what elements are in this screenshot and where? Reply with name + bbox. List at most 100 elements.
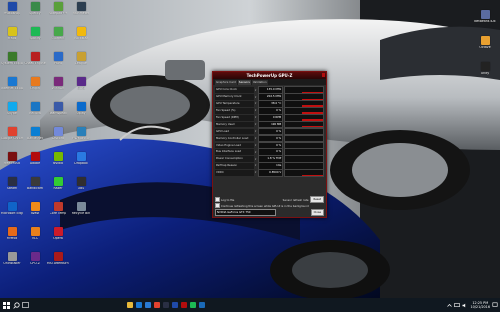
desktop-icon[interactable]: Opera	[47, 227, 69, 241]
desktop-icon[interactable]: Nvidia	[47, 152, 69, 166]
log-to-file-checkbox[interactable]	[215, 197, 220, 202]
desktop-icon[interactable]: WinRAR	[47, 77, 69, 91]
desktop-icon[interactable]: Recuva	[24, 102, 46, 116]
desktop-icon[interactable]: VLC	[24, 227, 46, 241]
gpuz-titlebar[interactable]: TechPowerUp GPU-Z	[213, 72, 326, 79]
gpu-select-dropdown[interactable]: NVIDIA GeForce GTX 750	[215, 209, 276, 216]
desktop-icon[interactable]: Microsoft Edge	[1, 202, 23, 216]
desktop-icon[interactable]: System Explorer	[1, 52, 23, 66]
spotify-icon	[189, 302, 196, 308]
desktop-icon[interactable]: Discord	[47, 127, 69, 141]
desktop-icon[interactable]: MSI Afterburner	[47, 252, 69, 266]
tab-sensors[interactable]: Sensors	[237, 80, 251, 85]
app-icon	[53, 252, 63, 261]
gpu-select-row: NVIDIA GeForce GTX 750 Close	[215, 209, 324, 216]
desktop-icon[interactable]: Recycle Bin	[70, 202, 92, 216]
reset-button[interactable]: Reset	[310, 196, 324, 203]
desktop-icon[interactable]: uTorrent	[47, 27, 69, 41]
desktop-icon[interactable]: NetBeans IDE	[474, 10, 496, 24]
desktop-icon[interactable]: Spotify	[24, 27, 46, 41]
taskbar-app-chrome[interactable]	[152, 298, 161, 312]
desktop-icon[interactable]: Avast	[24, 202, 46, 216]
desktop-icon[interactable]: Battle.net	[24, 127, 46, 141]
start-button[interactable]	[0, 298, 12, 312]
desktop-icon[interactable]: Notepad++	[47, 2, 69, 16]
app-icon	[76, 202, 86, 211]
desktop-icon[interactable]: Octave	[474, 36, 496, 50]
desktop-icon[interactable]: Steam	[1, 177, 23, 191]
app-icon	[30, 202, 40, 211]
desktop-icon[interactable]: Cheat Engine	[24, 52, 46, 66]
desktop-icon[interactable]: Core Temp	[47, 202, 69, 216]
app-icon	[53, 2, 63, 11]
desktop-icon-label: Adobe	[29, 162, 41, 165]
desktop-icon-label: Cheat Engine	[24, 62, 46, 65]
chrome-icon	[153, 302, 160, 308]
desktop-icon[interactable]: Skype	[1, 102, 23, 116]
sensor-name: Fan Speed (%)	[215, 108, 254, 114]
taskbar-app-gpuz[interactable]	[179, 298, 188, 312]
chevron-up-icon[interactable]	[447, 303, 453, 308]
close-button[interactable]: Close	[310, 209, 324, 216]
desktop-icon[interactable]: CPU-Z	[24, 252, 46, 266]
taskbar-app-steam[interactable]	[161, 298, 170, 312]
network-icon[interactable]	[454, 302, 461, 308]
task-view-button[interactable]	[21, 298, 30, 312]
desktop-icon-label: HWMonitor	[72, 137, 90, 140]
gpuz-window[interactable]: TechPowerUp GPU-Z Graphics Card Sensors …	[212, 71, 327, 218]
clock[interactable]: 12:25 PM 10/21/2016	[470, 301, 490, 309]
desktop-icon[interactable]: Bandicam	[24, 177, 46, 191]
desktop-icon[interactable]: Rockstar	[70, 27, 92, 41]
app-icon	[7, 177, 17, 186]
desktop-icon[interactable]: Paint	[47, 52, 69, 66]
taskbar-app-spotify[interactable]	[188, 298, 197, 312]
desktop-icon-label: uTorrent	[51, 37, 65, 40]
windows-logo-icon	[2, 301, 10, 309]
desktop-icon[interactable]: Adobe	[24, 152, 46, 166]
desktop-icon[interactable]: Free Music	[1, 152, 23, 166]
taskbar-app-edge[interactable]	[134, 298, 143, 312]
notifications-icon[interactable]	[492, 302, 498, 308]
taskbar-app-file-explorer[interactable]	[125, 298, 134, 312]
desktop-icon-label: OBS	[77, 187, 85, 190]
sensor-name: Memory Controller Load	[215, 135, 254, 142]
close-window-icon[interactable]	[322, 73, 325, 77]
desktop-icon-label: Rockstar	[74, 37, 88, 40]
desktop-icon[interactable]: Teamspeak	[47, 102, 69, 116]
search-button[interactable]	[12, 298, 21, 312]
desktop-icon[interactable]: Origin	[24, 77, 46, 91]
desktop-icon[interactable]: Google Chrome	[1, 127, 23, 141]
tab-graphics-card[interactable]: Graphics Card	[215, 80, 237, 85]
desktop-icon[interactable]: Photoshop	[1, 2, 23, 16]
app-icon	[53, 102, 63, 111]
desktop-icon[interactable]: Unity	[474, 62, 496, 76]
app-icon	[53, 77, 63, 86]
desktop-icon[interactable]: Fraps	[1, 27, 23, 41]
continue-refresh-checkbox[interactable]	[215, 203, 220, 208]
taskbar-app-store[interactable]	[143, 298, 152, 312]
desktop-icon[interactable]: HWMonitor	[70, 127, 92, 141]
desktop-icon[interactable]: Rainmeter	[70, 2, 92, 16]
desktop-icon[interactable]: OBS	[70, 177, 92, 191]
volume-icon[interactable]	[462, 303, 468, 308]
app-icon	[76, 2, 86, 11]
edge-icon	[135, 302, 142, 308]
app-icon	[30, 252, 40, 261]
app-icon	[76, 52, 86, 61]
app-icon	[7, 77, 17, 86]
desktop-icon[interactable]: Internet Explorer	[1, 77, 23, 91]
taskbar-app-mail[interactable]	[197, 298, 206, 312]
desktop-icon[interactable]: League	[70, 52, 92, 66]
taskbar-app-photoshop[interactable]	[170, 298, 179, 312]
tab-validation[interactable]: Validation	[251, 80, 268, 85]
desktop-icon[interactable]: Uplay	[70, 102, 92, 116]
desktop-icon[interactable]: Firefox	[1, 227, 23, 241]
desktop-icon[interactable]: Dropbox	[70, 152, 92, 166]
desktop-icon-label: Unity	[480, 72, 490, 75]
desktop-icon[interactable]: Speccy	[24, 2, 46, 16]
desktop-icon[interactable]: GOG	[70, 77, 92, 91]
sensor-name: GPU Memory Clock	[215, 94, 254, 100]
desktop-icon[interactable]: Razer	[47, 177, 69, 191]
desktop-icon[interactable]: Uninstaller	[1, 252, 23, 266]
sensor-graph-fill	[302, 174, 324, 176]
